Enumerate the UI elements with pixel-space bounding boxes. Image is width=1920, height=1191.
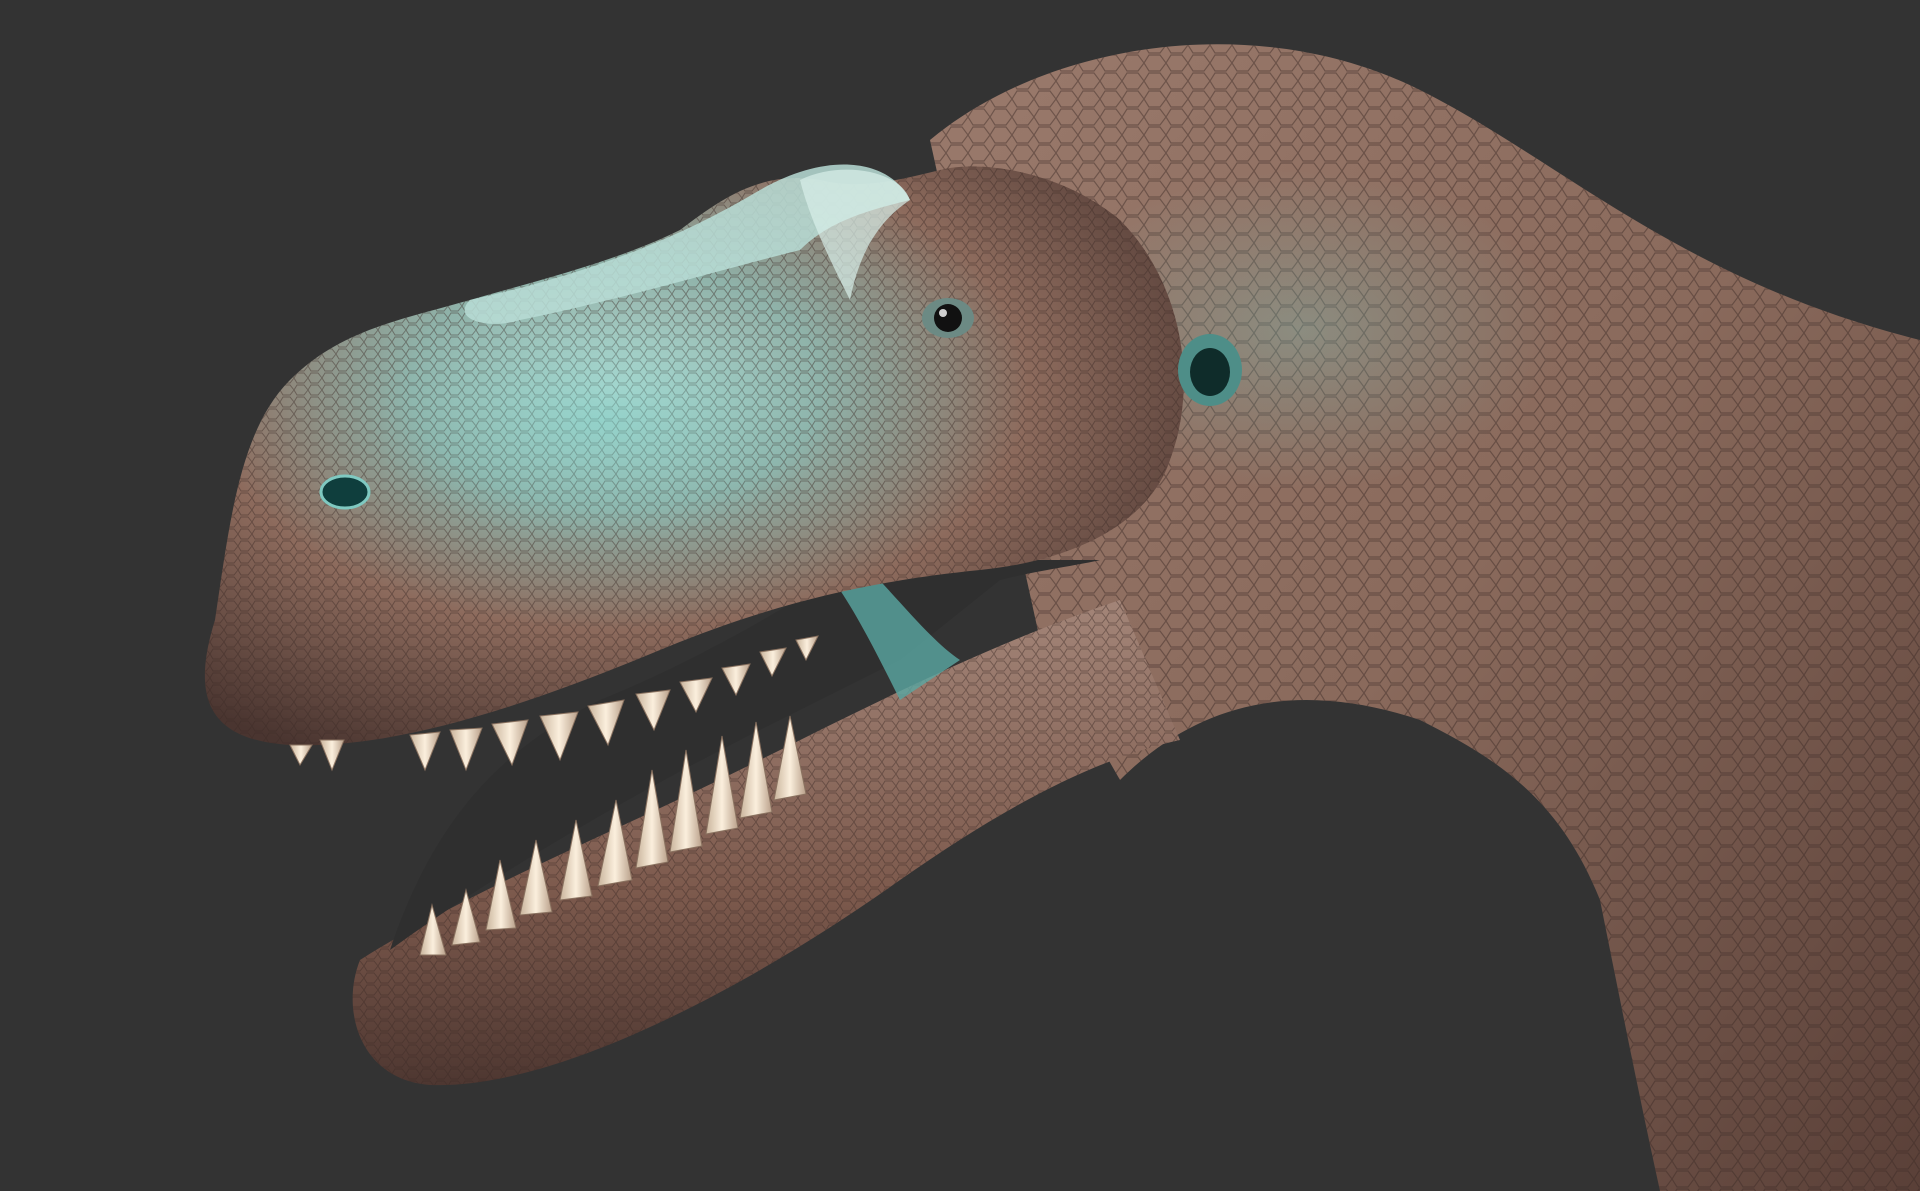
nostril <box>319 474 371 510</box>
render-viewport <box>0 0 1920 1191</box>
ear-opening <box>1178 334 1242 406</box>
dinosaur-sculpt-illustration <box>204 44 1920 1191</box>
eye <box>922 298 974 338</box>
